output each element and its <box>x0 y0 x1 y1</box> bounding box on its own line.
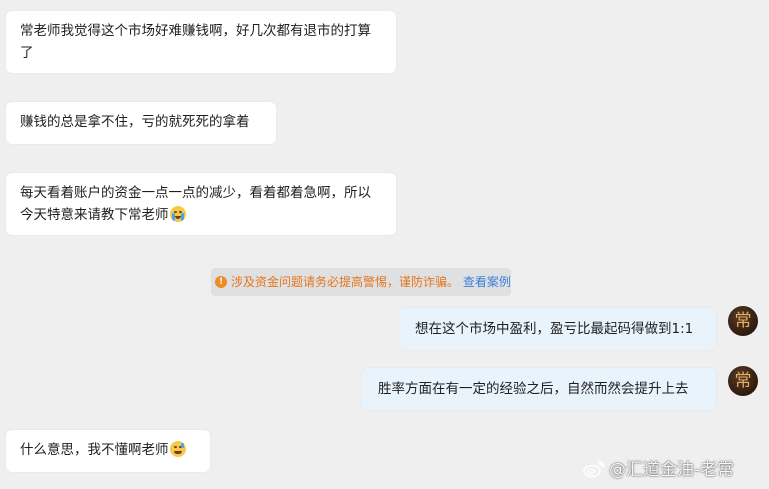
message-bubble-incoming: 什么意思，我不懂啊老师 <box>6 430 210 472</box>
notice-warning-text: 涉及资金问题请务必提高警惕，谨防诈骗。 <box>231 275 460 289</box>
weibo-watermark: @汇道金油-老常 <box>583 458 734 482</box>
crying-face-icon <box>169 206 186 222</box>
message-text: 想在这个市场中盈利，盈亏比最起码得做到1:1 <box>415 321 694 337</box>
avatar[interactable]: 常 <box>728 366 758 396</box>
view-cases-link[interactable]: 查看案例 <box>463 275 511 289</box>
message-text: 常老师我觉得这个市场好难赚钱啊，好几次都有退市的打算了 <box>20 23 371 61</box>
avatar[interactable]: 常 <box>728 306 758 336</box>
message-text: 赚钱的总是拿不住，亏的就死死的拿着 <box>20 114 250 130</box>
message-bubble-incoming: 常老师我觉得这个市场好难赚钱啊，好几次都有退市的打算了 <box>6 11 396 73</box>
sweat-smile-face-icon <box>169 441 186 457</box>
avatar-glyph: 常 <box>734 371 752 391</box>
safety-notice: ! 涉及资金问题请务必提高警惕，谨防诈骗。 查看案例 <box>211 268 511 296</box>
message-text: 每天看着账户的资金一点一点的减少，看着都着急啊，所以今天特意来请教下常老师 <box>20 185 371 223</box>
message-bubble-outgoing: 想在这个市场中盈利，盈亏比最起码得做到1:1 <box>399 308 716 350</box>
message-bubble-incoming: 赚钱的总是拿不住，亏的就死死的拿着 <box>6 102 276 144</box>
weibo-icon <box>583 460 605 478</box>
message-text: 胜率方面在有一定的经验之后，自然而然会提升上去 <box>378 381 689 397</box>
avatar-glyph: 常 <box>734 311 752 331</box>
message-text: 什么意思，我不懂啊老师 <box>20 442 169 458</box>
watermark-text: @汇道金油-老常 <box>609 460 735 480</box>
message-bubble-incoming: 每天看着账户的资金一点一点的减少，看着都着急啊，所以今天特意来请教下常老师 <box>6 173 396 235</box>
message-bubble-outgoing: 胜率方面在有一定的经验之后，自然而然会提升上去 <box>362 368 716 410</box>
info-icon: ! <box>215 276 227 288</box>
